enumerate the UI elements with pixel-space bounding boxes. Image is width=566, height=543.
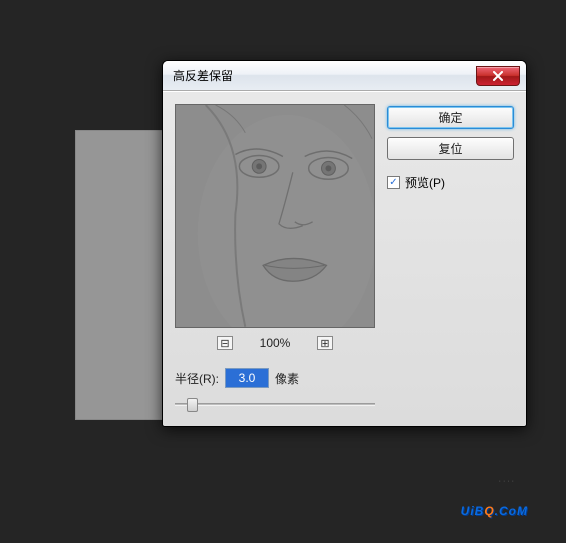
radius-label: 半径(R):: [175, 370, 219, 387]
highpass-dialog: 高反差保留: [162, 60, 527, 427]
filter-preview[interactable]: [175, 104, 375, 328]
tiny-mark: ····: [499, 478, 516, 485]
preview-image: [176, 105, 374, 327]
close-button[interactable]: [476, 66, 520, 86]
background-document-panel: [75, 130, 165, 420]
close-icon: [492, 71, 504, 81]
ok-button[interactable]: 确定: [387, 106, 514, 129]
right-column: 确定 复位 ✓ 预览(P): [387, 104, 514, 414]
preview-checkbox-label: 预览(P): [405, 174, 445, 191]
reset-button[interactable]: 复位: [387, 137, 514, 160]
titlebar: 高反差保留: [163, 61, 526, 91]
radius-unit: 像素: [275, 370, 299, 387]
zoom-out-button[interactable]: ⊟: [217, 336, 233, 350]
watermark-q: Q: [484, 504, 494, 518]
radius-row: 半径(R): 像素: [175, 368, 375, 388]
radius-input[interactable]: [225, 368, 269, 388]
preview-checkbox-row: ✓ 预览(P): [387, 174, 514, 191]
slider-thumb[interactable]: [187, 398, 198, 412]
slider-track: [175, 403, 375, 406]
dialog-title: 高反差保留: [173, 67, 233, 84]
radius-slider[interactable]: [175, 394, 375, 414]
preview-checkbox[interactable]: ✓: [387, 176, 400, 189]
watermark: UiBQ.CoM: [461, 489, 528, 523]
dialog-body: ⊟ 100% ⊞ 半径(R): 像素 确定 复位 ✓: [163, 91, 526, 426]
zoom-controls: ⊟ 100% ⊞: [175, 336, 375, 350]
watermark-b: .CoM: [495, 504, 528, 518]
zoom-in-button[interactable]: ⊞: [317, 336, 333, 350]
left-column: ⊟ 100% ⊞ 半径(R): 像素: [175, 104, 375, 414]
watermark-a: UiB: [461, 504, 485, 518]
zoom-percent: 100%: [253, 336, 297, 350]
